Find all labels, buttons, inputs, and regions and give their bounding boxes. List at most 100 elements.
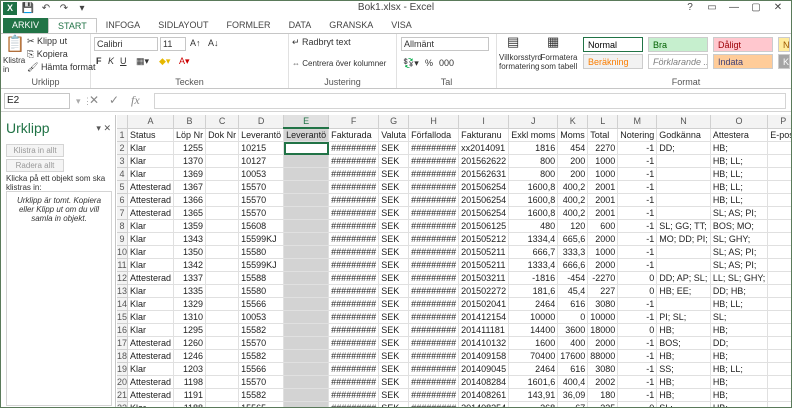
cell-o3[interactable]: HB; LL; xyxy=(710,154,769,168)
cell-c17[interactable] xyxy=(205,336,240,350)
column-header-i[interactable]: I xyxy=(458,115,510,129)
cell-n14[interactable] xyxy=(656,297,711,311)
tab-sidlayout[interactable]: SIDLAYOUT xyxy=(149,18,217,33)
cell-g4[interactable]: SEK xyxy=(378,167,410,181)
cell-g14[interactable]: SEK xyxy=(378,297,410,311)
cell-o19[interactable]: HB; LL; xyxy=(710,362,769,376)
cell-p11[interactable] xyxy=(767,258,791,272)
column-header-k[interactable]: K xyxy=(557,115,589,129)
cell-m3[interactable]: -1 xyxy=(617,154,658,168)
cell-d13[interactable]: 15580 xyxy=(238,284,285,298)
cell-c10[interactable] xyxy=(205,245,240,259)
cell-j1[interactable]: Exkl moms xyxy=(508,128,559,142)
cell-j13[interactable]: 181,6 xyxy=(508,284,559,298)
cell-g11[interactable]: SEK xyxy=(378,258,410,272)
cell-n11[interactable] xyxy=(656,258,711,272)
cell-k11[interactable]: 666,6 xyxy=(557,258,589,272)
cell-f22[interactable]: ######### xyxy=(328,401,380,407)
cell-l14[interactable]: 3080 xyxy=(587,297,619,311)
cell-p5[interactable] xyxy=(767,180,791,194)
cell-p19[interactable] xyxy=(767,362,791,376)
cell-n5[interactable] xyxy=(656,180,711,194)
cell-p17[interactable] xyxy=(767,336,791,350)
cell-g10[interactable]: SEK xyxy=(378,245,410,259)
cell-m15[interactable]: -1 xyxy=(617,310,658,324)
cell-b6[interactable]: 1366 xyxy=(173,193,207,207)
cell-d16[interactable]: 15582 xyxy=(238,323,285,337)
cell-c9[interactable] xyxy=(205,232,240,246)
cell-d7[interactable]: 15570 xyxy=(238,206,285,220)
row-header[interactable]: 6 xyxy=(117,193,128,207)
cell-c2[interactable] xyxy=(205,141,240,155)
help-button[interactable]: ? xyxy=(679,1,701,15)
cell-n21[interactable]: HB; xyxy=(656,388,711,402)
font-size-select[interactable]: 11 xyxy=(160,37,186,51)
cell-i5[interactable]: 201506254 xyxy=(458,180,510,194)
cell-n9[interactable]: MO; DD; PI; xyxy=(656,232,711,246)
cell-c8[interactable] xyxy=(205,219,240,233)
cell-d9[interactable]: 15599KJ xyxy=(238,232,285,246)
cell-f16[interactable]: ######### xyxy=(328,323,380,337)
cell-g17[interactable]: SEK xyxy=(378,336,410,350)
pane-options-icon[interactable]: ▾ xyxy=(96,123,101,133)
cell-e9[interactable] xyxy=(283,232,330,246)
insert-function-icon[interactable]: fx xyxy=(131,93,140,108)
cell-f6[interactable]: ######### xyxy=(328,193,380,207)
cell-j15[interactable]: 10000 xyxy=(508,310,559,324)
cell-l1[interactable]: Total xyxy=(587,128,619,142)
cell-i4[interactable]: 201562631 xyxy=(458,167,510,181)
cell-a12[interactable]: Attesterad xyxy=(127,271,175,285)
cell-i6[interactable]: 201506254 xyxy=(458,193,510,207)
cell-l22[interactable]: 335 xyxy=(587,401,619,407)
cell-d20[interactable]: 15570 xyxy=(238,375,285,389)
cell-j19[interactable]: 2464 xyxy=(508,362,559,376)
cell-p12[interactable] xyxy=(767,271,791,285)
cell-o5[interactable]: HB; LL; xyxy=(710,180,769,194)
cell-o7[interactable]: SL; AS; PI; xyxy=(710,206,769,220)
cell-c1[interactable]: Dok Nr xyxy=(205,128,240,142)
cell-d18[interactable]: 15582 xyxy=(238,349,285,363)
row-header[interactable]: 10 xyxy=(117,245,128,259)
cell-h21[interactable]: ######### xyxy=(408,388,460,402)
cell-m6[interactable]: -1 xyxy=(617,193,658,207)
cell-e15[interactable] xyxy=(283,310,330,324)
style-normal[interactable]: Normal xyxy=(583,37,643,52)
cell-c16[interactable] xyxy=(205,323,240,337)
cell-p21[interactable] xyxy=(767,388,791,402)
clear-all-button[interactable]: Radera allt xyxy=(6,159,64,172)
column-header-p[interactable]: P xyxy=(767,115,791,129)
cell-g9[interactable]: SEK xyxy=(378,232,410,246)
cell-p4[interactable] xyxy=(767,167,791,181)
cell-g12[interactable]: SEK xyxy=(378,271,410,285)
style-kontroll[interactable]: Kontroll xyxy=(778,54,790,69)
cell-e13[interactable] xyxy=(283,284,330,298)
conditional-formatting-button[interactable]: Villkorsstyrd formatering xyxy=(499,53,542,71)
column-header-g[interactable]: G xyxy=(378,115,410,129)
cell-e1[interactable]: Leverantö xyxy=(283,128,330,142)
cell-c12[interactable] xyxy=(205,271,240,285)
cell-d22[interactable]: 15565 xyxy=(238,401,285,407)
cell-j22[interactable]: 268 xyxy=(508,401,559,407)
cell-l16[interactable]: 18000 xyxy=(587,323,619,337)
save-icon[interactable]: 💾 xyxy=(21,3,35,15)
cell-l21[interactable]: 180 xyxy=(587,388,619,402)
cell-i19[interactable]: 201409045 xyxy=(458,362,510,376)
font-color-icon[interactable]: A▾ xyxy=(179,56,190,67)
cell-l10[interactable]: 1000 xyxy=(587,245,619,259)
cell-k13[interactable]: 45,4 xyxy=(557,284,589,298)
cell-c21[interactable] xyxy=(205,388,240,402)
cell-i18[interactable]: 201409158 xyxy=(458,349,510,363)
cell-m22[interactable]: 0 xyxy=(617,401,658,407)
cell-m11[interactable]: -1 xyxy=(617,258,658,272)
cell-a7[interactable]: Attesterad xyxy=(127,206,175,220)
cell-b21[interactable]: 1191 xyxy=(173,388,207,402)
cell-h12[interactable]: ######### xyxy=(408,271,460,285)
cell-f18[interactable]: ######### xyxy=(328,349,380,363)
cell-h8[interactable]: ######### xyxy=(408,219,460,233)
cell-h2[interactable]: ######### xyxy=(408,141,460,155)
cell-m1[interactable]: Notering xyxy=(617,128,658,142)
cell-k9[interactable]: 665,6 xyxy=(557,232,589,246)
cell-m2[interactable]: -1 xyxy=(617,141,658,155)
cell-c5[interactable] xyxy=(205,180,240,194)
cell-a22[interactable]: Klar xyxy=(127,401,175,407)
